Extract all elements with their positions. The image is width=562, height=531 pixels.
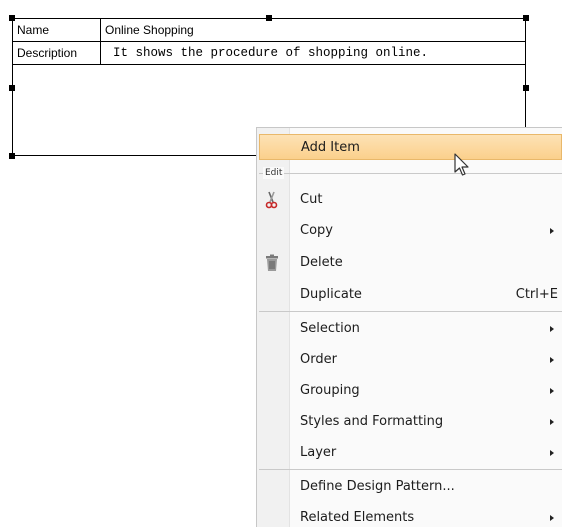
menu-item-add-item[interactable]: Add Item <box>259 134 562 160</box>
menu-item-order[interactable]: Order <box>257 347 562 373</box>
menu-item-label: Delete <box>300 255 343 270</box>
submenu-arrow-icon <box>550 515 554 521</box>
menu-group-edit: Edit <box>257 167 562 179</box>
menu-item-label: Related Elements <box>300 510 415 525</box>
table-row: Description It shows the procedure of sh… <box>12 41 526 65</box>
menu-item-duplicate[interactable]: Duplicate Ctrl+E <box>257 282 562 308</box>
menu-item-label: Layer <box>300 445 337 460</box>
menu-item-label: Duplicate <box>300 287 362 302</box>
menu-separator <box>259 469 562 470</box>
table-row: Name Online Shopping <box>12 18 526 42</box>
menu-item-define-design-pattern[interactable]: Define Design Pattern... <box>257 474 562 500</box>
menu-item-shortcut: Ctrl+E <box>515 287 558 302</box>
menu-item-label: Cut <box>300 192 323 207</box>
submenu-arrow-icon <box>550 357 554 363</box>
resize-handle-left[interactable] <box>9 85 15 91</box>
table-cell-description-label: Description <box>12 41 101 65</box>
menu-item-related-elements[interactable]: Related Elements <box>257 505 562 531</box>
menu-item-label: Copy <box>300 223 333 238</box>
menu-item-label: Define Design Pattern... <box>300 479 455 494</box>
menu-item-label: Order <box>300 352 337 367</box>
submenu-arrow-icon <box>550 326 554 332</box>
menu-item-label: Styles and Formatting <box>300 414 444 429</box>
menu-item-label: Selection <box>300 321 360 336</box>
menu-item-label: Add Item <box>301 140 360 155</box>
table-cell-name-label: Name <box>12 18 101 42</box>
context-menu: Add Item Edit Cut Copy Delete Duplicate … <box>256 127 562 527</box>
menu-item-layer[interactable]: Layer <box>257 440 562 466</box>
table-cell-name-value[interactable]: Online Shopping <box>100 18 526 42</box>
menu-item-cut[interactable]: Cut <box>257 187 562 213</box>
mouse-pointer-icon <box>454 153 469 176</box>
menu-separator <box>259 311 562 312</box>
trash-icon <box>266 254 278 271</box>
menu-item-grouping[interactable]: Grouping <box>257 378 562 404</box>
menu-item-delete[interactable]: Delete <box>257 250 562 276</box>
menu-item-label: Grouping <box>300 383 360 398</box>
menu-item-copy[interactable]: Copy <box>257 218 562 244</box>
submenu-arrow-icon <box>550 388 554 394</box>
shape-properties-table: Name Online Shopping Description It show… <box>12 18 526 65</box>
submenu-arrow-icon <box>550 228 554 234</box>
menu-item-selection[interactable]: Selection <box>257 316 562 342</box>
scissors-icon <box>265 191 278 209</box>
table-cell-description-value[interactable]: It shows the procedure of shopping onlin… <box>100 41 526 65</box>
menu-item-styles-formatting[interactable]: Styles and Formatting <box>257 409 562 435</box>
resize-handle-right[interactable] <box>523 85 529 91</box>
submenu-arrow-icon <box>550 419 554 425</box>
submenu-arrow-icon <box>550 450 554 456</box>
menu-group-label: Edit <box>263 167 285 179</box>
resize-handle-bottom-left[interactable] <box>9 153 15 159</box>
